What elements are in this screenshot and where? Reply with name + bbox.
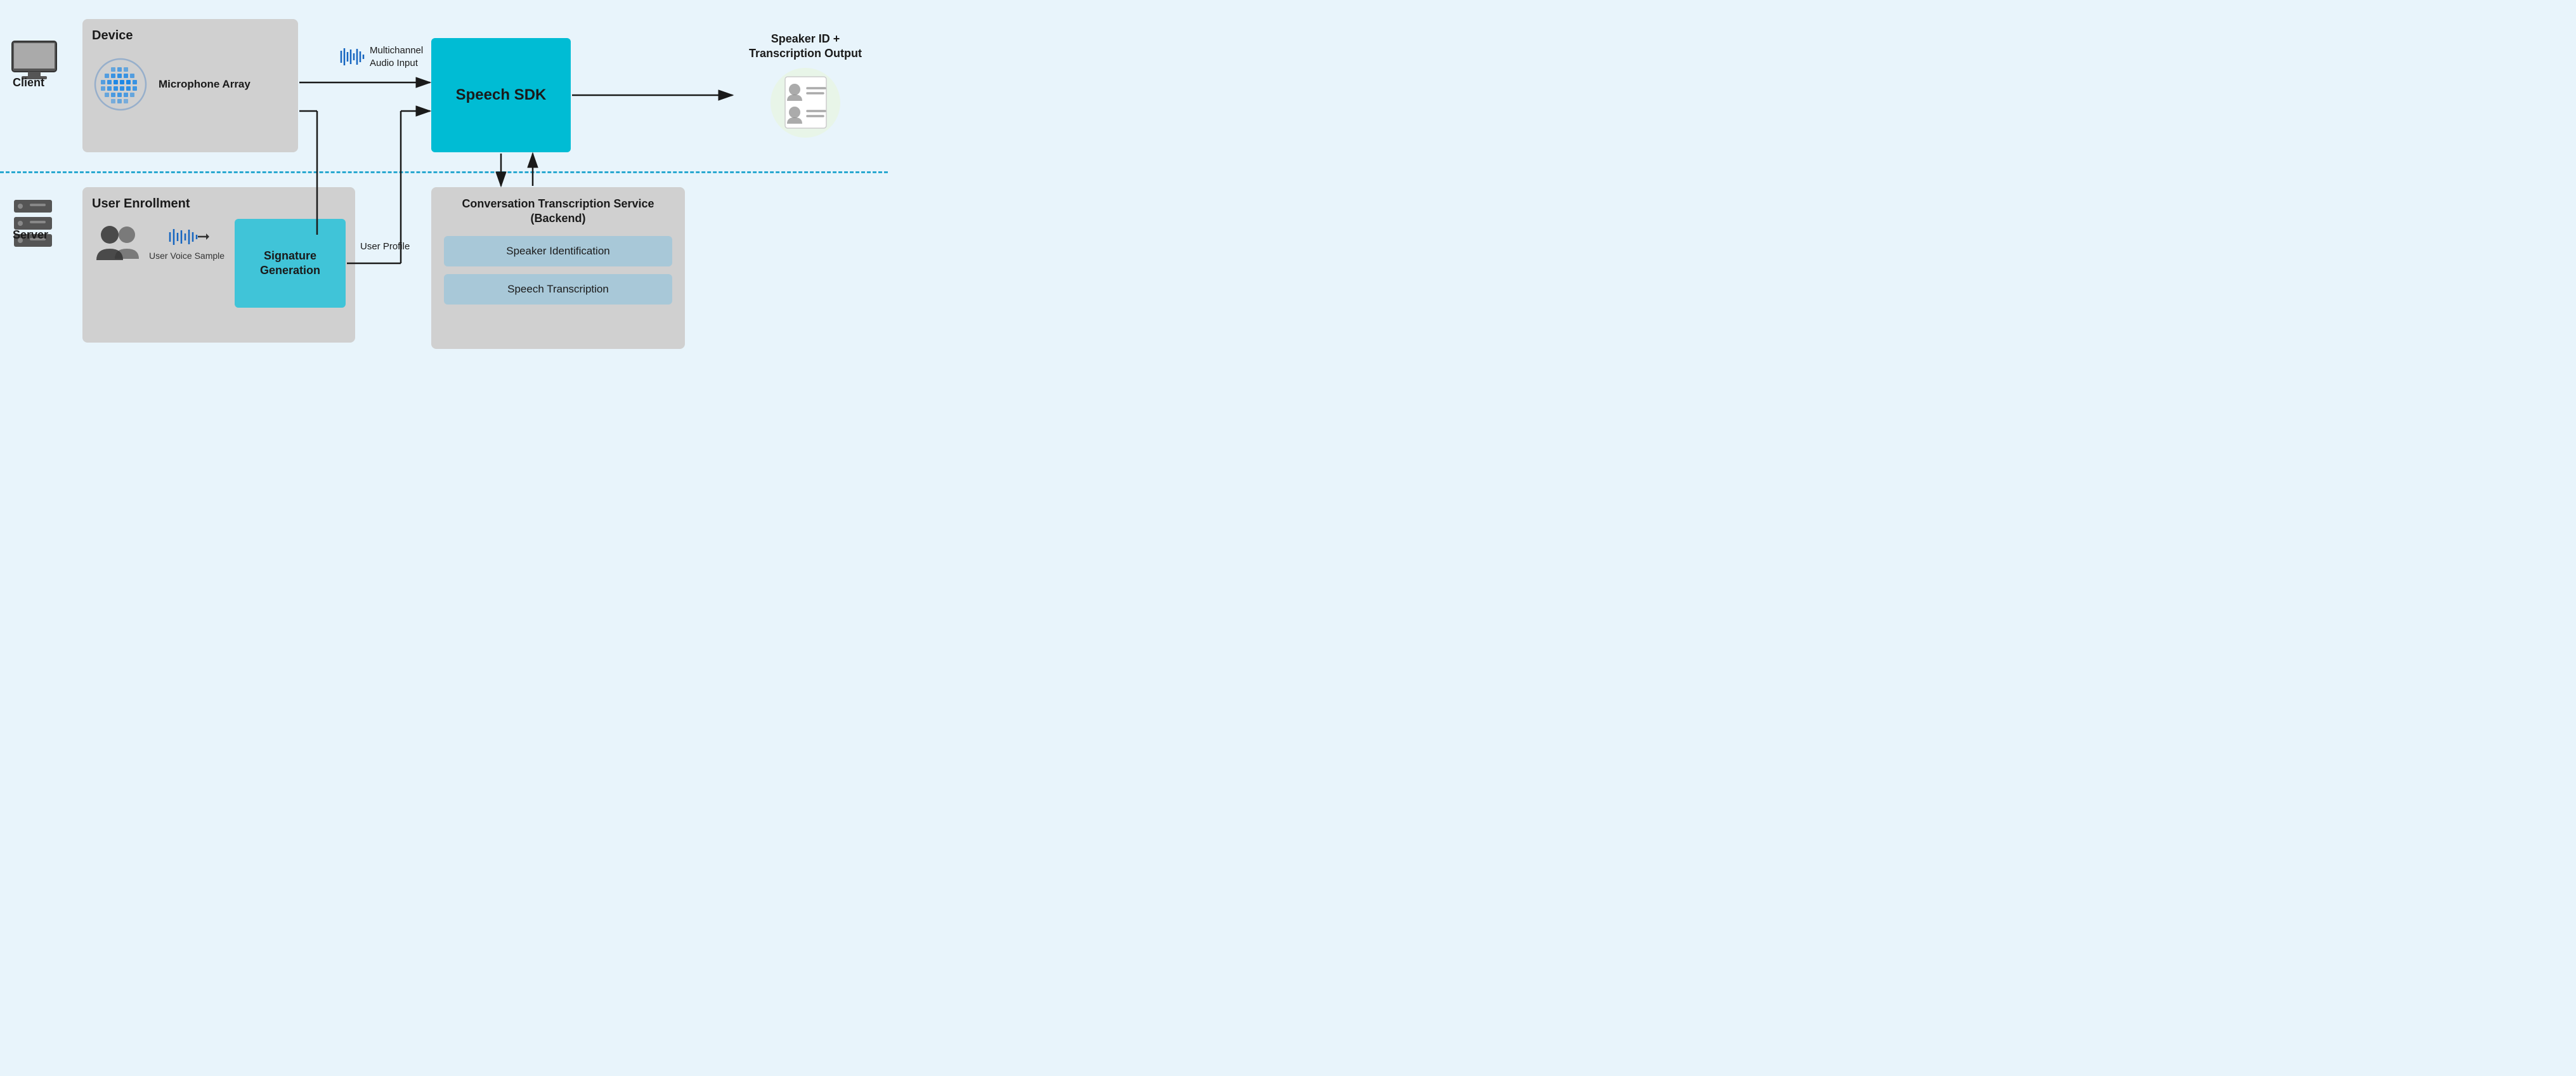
sig-gen-label: Signature Generation (235, 242, 346, 285)
voice-label: User Voice Sample (149, 251, 224, 261)
speech-sdk-label: Speech SDK (456, 86, 547, 104)
output-area: Speaker ID + Transcription Output (742, 32, 869, 138)
server-icon (8, 197, 58, 254)
signature-gen-box: Signature Generation (235, 219, 346, 308)
output-icon-wrapper (771, 68, 840, 138)
diagram-container: Client Server Device (0, 0, 888, 368)
multichannel-label: MultichannelAudio Input (336, 44, 423, 69)
microphone-label: Microphone Array (159, 77, 250, 91)
output-title: Speaker ID + Transcription Output (742, 32, 869, 62)
device-box: Device (82, 19, 298, 152)
client-label: Client (13, 76, 44, 89)
users-icon (92, 221, 143, 265)
microphone-section: Microphone Array (92, 56, 289, 113)
device-title: Device (92, 29, 289, 43)
speech-transcription-box: Speech Transcription (444, 274, 672, 305)
cts-title: Conversation Transcription Service (Back… (444, 197, 672, 226)
output-document-icon (782, 75, 829, 129)
enrollment-title: User Enrollment (92, 197, 346, 211)
audio-wave-icon (336, 46, 365, 68)
server-label: Server (13, 228, 48, 242)
multichannel-text: MultichannelAudio Input (370, 44, 423, 69)
speaker-id-box: Speaker Identification (444, 236, 672, 266)
speech-sdk-box: Speech SDK (431, 38, 571, 152)
cts-box: Conversation Transcription Service (Back… (431, 187, 685, 349)
section-divider (0, 171, 888, 173)
voice-wave-icon (165, 226, 209, 248)
microphone-globe-icon (92, 56, 149, 113)
user-profile-label: User Profile (360, 241, 410, 252)
